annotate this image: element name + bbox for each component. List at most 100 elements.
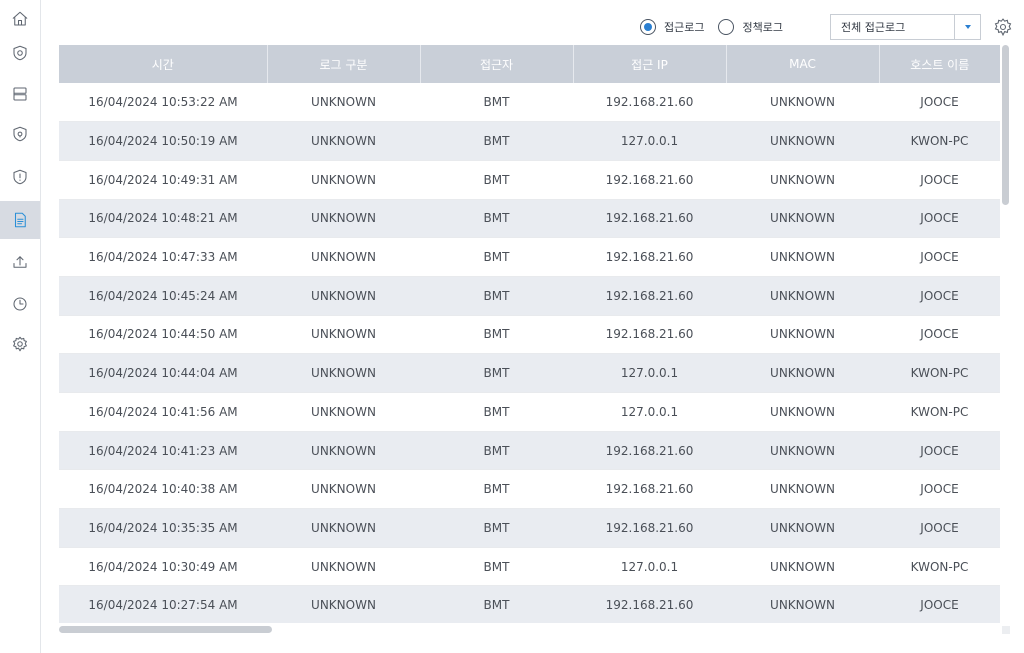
cell-time: 16/04/2024 10:27:54 AM [59,585,267,623]
sidebar-item-alerts[interactable] [0,158,40,196]
cell-log-type: UNKNOWN [267,353,420,393]
table-row[interactable]: 16/04/2024 10:41:23 AM UNKNOWN BMT 192.168.… [59,431,1000,471]
cell-access-ip: 192.168.21.60 [573,199,726,239]
gear-icon [994,18,1012,37]
cell-log-type: UNKNOWN [267,237,420,277]
radio-button[interactable] [718,19,735,35]
table-row[interactable]: 16/04/2024 10:50:19 AM UNKNOWN BMT 127.0.0.… [59,121,1000,161]
cell-hostname: KWON-PC [879,121,1000,161]
cell-accessor: BMT [420,469,573,510]
table-row[interactable]: 16/04/2024 10:47:33 AM UNKNOWN BMT 192.168.… [59,237,1000,277]
sidebar-item-security-settings[interactable] [0,34,40,72]
cell-time: 16/04/2024 10:50:19 AM [59,121,267,161]
cell-hostname: JOOCE [879,160,1000,200]
sidebar-item-settings[interactable] [0,325,40,363]
cell-mac: UNKNOWN [726,276,879,316]
cell-accessor: BMT [420,392,573,432]
cell-mac: UNKNOWN [726,353,879,393]
cell-access-ip: 127.0.0.1 [573,392,726,432]
horizontal-scrollbar[interactable] [59,625,1000,634]
cell-accessor: BMT [420,83,573,123]
sidebar-item-home[interactable] [0,0,40,38]
cell-accessor: BMT [420,585,573,623]
log-type-select-value: 전체 접근로그 [841,21,906,34]
sidebar-item-upload[interactable] [0,243,40,281]
cell-access-ip: 192.168.21.60 [573,431,726,471]
cell-log-type: UNKNOWN [267,547,420,587]
sidebar [0,0,41,653]
cell-log-type: UNKNOWN [267,469,420,510]
column-header-access-ip[interactable]: 접근 IP [573,45,727,83]
cell-hostname: KWON-PC [879,547,1000,587]
cell-log-type: UNKNOWN [267,121,420,161]
cell-accessor: BMT [420,276,573,316]
gear-icon [13,336,27,352]
log-type-select[interactable]: 전체 접근로그 [830,14,981,40]
sidebar-item-server[interactable] [0,75,40,113]
shield-alert-icon [13,169,27,185]
cell-time: 16/04/2024 10:44:50 AM [59,315,267,355]
cell-mac: UNKNOWN [726,469,879,510]
radio-access-log-label: 접근로그 [664,21,705,34]
cell-hostname: JOOCE [879,199,1000,239]
column-header-time[interactable]: 시간 [59,45,268,83]
cell-hostname: KWON-PC [879,353,1000,393]
cell-access-ip: 192.168.21.60 [573,237,726,277]
radio-button[interactable] [640,19,656,35]
cell-log-type: UNKNOWN [267,160,420,200]
table-row[interactable]: 16/04/2024 10:44:04 AM UNKNOWN BMT 127.0.0.… [59,353,1000,393]
column-header-mac[interactable]: MAC [726,45,880,83]
radio-policy-log[interactable]: 정책로그 [718,19,783,35]
table-row[interactable]: 16/04/2024 10:49:31 AM UNKNOWN BMT 192.168.… [59,160,1000,200]
cell-accessor: BMT [420,237,573,277]
sidebar-item-policy[interactable] [0,115,40,153]
dropdown-arrow-icon[interactable] [954,15,980,39]
table-row[interactable]: 16/04/2024 10:27:54 AM UNKNOWN BMT 192.168.… [59,585,1000,623]
column-settings-button[interactable] [992,16,1014,38]
log-table-container: 시간 로그 구분 접근자 접근 IP MAC 호스트 이름 16/04/2024… [59,45,1000,623]
sidebar-item-logs[interactable] [0,201,40,239]
home-icon [12,11,28,26]
cell-mac: UNKNOWN [726,121,879,161]
cell-hostname: JOOCE [879,585,1000,623]
table-body: 16/04/2024 10:53:22 AM UNKNOWN BMT 192.168.… [59,83,1000,623]
table-row[interactable]: 16/04/2024 10:35:35 AM UNKNOWN BMT 192.168.… [59,508,1000,548]
cell-log-type: UNKNOWN [267,431,420,471]
cell-mac: UNKNOWN [726,431,879,471]
cell-hostname: JOOCE [879,469,1000,510]
cell-hostname: JOOCE [879,315,1000,355]
cell-accessor: BMT [420,121,573,161]
table-row[interactable]: 16/04/2024 10:40:38 AM UNKNOWN BMT 192.168.… [59,469,1000,510]
cell-access-ip: 127.0.0.1 [573,121,726,161]
cell-accessor: BMT [420,199,573,239]
document-icon [14,212,26,228]
cell-access-ip: 192.168.21.60 [573,315,726,355]
shield-lock-icon [13,126,27,142]
vertical-scroll-thumb[interactable] [1002,45,1009,205]
column-header-accessor[interactable]: 접근자 [420,45,574,83]
table-row[interactable]: 16/04/2024 10:53:22 AM UNKNOWN BMT 192.168.… [59,83,1000,123]
cell-log-type: UNKNOWN [267,585,420,623]
table-row[interactable]: 16/04/2024 10:30:49 AM UNKNOWN BMT 127.0.0.… [59,547,1000,587]
radio-selected-dot [644,23,652,31]
table-row[interactable]: 16/04/2024 10:45:24 AM UNKNOWN BMT 192.168.… [59,276,1000,316]
cell-log-type: UNKNOWN [267,508,420,548]
table-row[interactable]: 16/04/2024 10:41:56 AM UNKNOWN BMT 127.0.0.… [59,392,1000,432]
cell-log-type: UNKNOWN [267,276,420,316]
table-row[interactable]: 16/04/2024 10:44:50 AM UNKNOWN BMT 192.168.… [59,315,1000,355]
cell-time: 16/04/2024 10:44:04 AM [59,353,267,393]
cell-hostname: JOOCE [879,237,1000,277]
horizontal-scroll-thumb[interactable] [59,626,272,633]
cell-log-type: UNKNOWN [267,199,420,239]
radio-access-log[interactable]: 접근로그 [640,19,704,35]
cell-log-type: UNKNOWN [267,315,420,355]
column-header-log-type[interactable]: 로그 구분 [267,45,421,83]
table-row[interactable]: 16/04/2024 10:48:21 AM UNKNOWN BMT 192.168.… [59,199,1000,239]
cell-mac: UNKNOWN [726,508,879,548]
cell-mac: UNKNOWN [726,160,879,200]
sidebar-item-history[interactable] [0,285,40,323]
cell-time: 16/04/2024 10:49:31 AM [59,160,267,200]
column-header-hostname[interactable]: 호스트 이름 [879,45,1000,83]
vertical-scrollbar[interactable] [1002,45,1010,623]
cell-accessor: BMT [420,508,573,548]
